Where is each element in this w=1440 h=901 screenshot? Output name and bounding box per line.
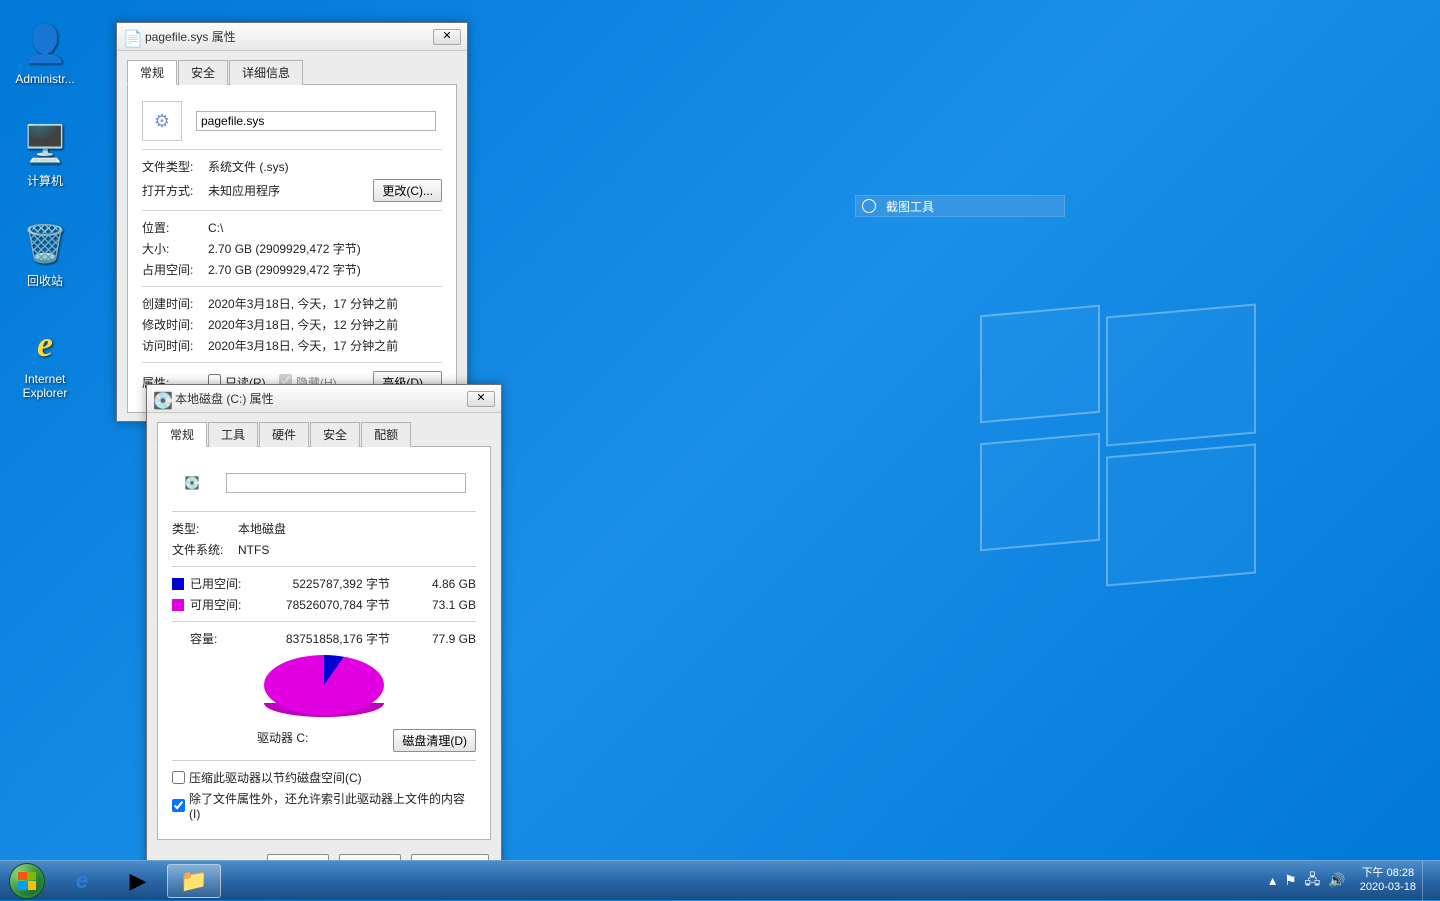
tab-general[interactable]: 常规: [127, 60, 177, 85]
tab-quota[interactable]: 配额: [361, 422, 411, 447]
desktop-icon-recycle-bin[interactable]: 🗑️ 回收站: [8, 220, 82, 289]
desktop-icon-computer[interactable]: 🖥️ 计算机: [8, 120, 82, 189]
value-filetype: 系统文件 (.sys): [208, 158, 442, 175]
file-icon: 📄: [123, 29, 139, 45]
tray-chevron-up-icon[interactable]: ▴: [1269, 872, 1276, 889]
window-title: 本地磁盘 (C:) 属性: [175, 390, 467, 407]
tab-pane-general: ⚙ 文件类型:系统文件 (.sys) 打开方式:未知应用程序更改(C)... 位…: [127, 85, 457, 413]
label-modified: 修改时间:: [142, 316, 208, 333]
label-type: 类型:: [172, 520, 238, 537]
value-filesystem: NTFS: [238, 543, 476, 557]
label-created: 创建时间:: [142, 295, 208, 312]
label-sizeondisk: 占用空间:: [142, 261, 208, 278]
close-button[interactable]: ✕: [467, 391, 495, 407]
show-desktop-button[interactable]: [1422, 861, 1434, 901]
drive-letter-label: 驱动器 C:: [172, 729, 393, 746]
value-size: 2.70 GB (2909929,472 字节): [208, 240, 442, 257]
value-free-gb: 73.1 GB: [390, 598, 476, 612]
tab-security[interactable]: 安全: [178, 60, 228, 85]
window-pagefile-properties: 📄 pagefile.sys 属性 ✕ 常规 安全 详细信息 ⚙ 文件类型:系统…: [116, 22, 468, 422]
snipping-tool-bar[interactable]: 截图工具: [855, 195, 1065, 217]
change-button[interactable]: 更改(C)...: [373, 179, 442, 202]
trash-icon: 🗑️: [21, 220, 69, 268]
filename-input[interactable]: [196, 111, 436, 131]
desktop-icon-label: Internet Explorer: [8, 372, 82, 400]
windows-logo-watermark: [980, 310, 1260, 570]
tray-clock[interactable]: 下午 08:28 2020-03-18: [1360, 867, 1416, 893]
taskbar-media-player[interactable]: ▶: [111, 864, 165, 898]
value-modified: 2020年3月18日, 今天，12 分钟之前: [208, 316, 442, 333]
label-openwith: 打开方式:: [142, 182, 208, 199]
tab-details[interactable]: 详细信息: [229, 60, 303, 85]
drive-icon: 💽: [153, 391, 169, 407]
label-compress: 压缩此驱动器以节约磁盘空间(C): [189, 769, 362, 786]
tray-network-icon[interactable]: 🖧: [1305, 869, 1321, 893]
value-type: 本地磁盘: [238, 520, 476, 537]
value-capacity-bytes: 83751858,176 字节: [250, 630, 390, 647]
desktop-icon-label: 回收站: [8, 272, 82, 289]
close-button[interactable]: ✕: [433, 29, 461, 45]
value-used-bytes: 5225787,392 字节: [250, 575, 390, 592]
tray-volume-icon[interactable]: 🔊: [1328, 872, 1345, 889]
window-title: pagefile.sys 属性: [145, 28, 433, 45]
sysfile-icon: ⚙: [142, 101, 182, 141]
label-filetype: 文件类型:: [142, 158, 208, 175]
computer-icon: 🖥️: [21, 120, 69, 168]
label-size: 大小:: [142, 240, 208, 257]
label-used: 已用空间:: [190, 575, 250, 592]
drive-label-input[interactable]: [226, 473, 466, 493]
value-created: 2020年3月18日, 今天，17 分钟之前: [208, 295, 442, 312]
window-disk-properties: 💽 本地磁盘 (C:) 属性 ✕ 常规 工具 硬件 安全 配额 💽 类型:本地磁…: [146, 384, 502, 890]
legend-used-icon: [172, 578, 184, 590]
value-free-bytes: 78526070,784 字节: [250, 596, 390, 613]
label-accessed: 访问时间:: [142, 337, 208, 354]
tab-hardware[interactable]: 硬件: [259, 422, 309, 447]
desktop[interactable]: 👤 Administr... 🖥️ 计算机 🗑️ 回收站 e Internet …: [0, 0, 1440, 900]
value-sizeondisk: 2.70 GB (2909929,472 字节): [208, 261, 442, 278]
drive-large-icon: 💽: [172, 463, 212, 503]
desktop-icon-label: 计算机: [8, 172, 82, 189]
legend-free-icon: [172, 599, 184, 611]
tray-flag-icon[interactable]: ⚑: [1284, 872, 1297, 889]
clock-time: 下午 08:28: [1360, 867, 1416, 880]
tabs: 常规 安全 详细信息: [127, 59, 457, 85]
value-capacity-gb: 77.9 GB: [390, 632, 476, 646]
clock-date: 2020-03-18: [1360, 881, 1416, 894]
label-free: 可用空间:: [190, 596, 250, 613]
tab-tools[interactable]: 工具: [208, 422, 258, 447]
value-openwith: 未知应用程序: [208, 182, 373, 199]
checkbox-index[interactable]: [172, 799, 185, 812]
disk-cleanup-button[interactable]: 磁盘清理(D): [393, 729, 476, 752]
tab-security[interactable]: 安全: [310, 422, 360, 447]
user-icon: 👤: [21, 20, 69, 68]
taskbar-ie[interactable]: e: [55, 864, 109, 898]
checkbox-compress[interactable]: [172, 771, 185, 784]
disk-usage-pie-chart: [264, 655, 384, 725]
titlebar[interactable]: 💽 本地磁盘 (C:) 属性 ✕: [147, 385, 501, 413]
snip-icon: [862, 199, 876, 213]
value-used-gb: 4.86 GB: [390, 577, 476, 591]
tab-general[interactable]: 常规: [157, 422, 207, 447]
desktop-icon-administrator[interactable]: 👤 Administr...: [8, 20, 82, 86]
system-tray: ▴ ⚑ 🖧 🔊 下午 08:28 2020-03-18: [1265, 861, 1440, 901]
value-accessed: 2020年3月18日, 今天，17 分钟之前: [208, 337, 442, 354]
snip-label: 截图工具: [886, 198, 934, 215]
ie-icon: e: [21, 320, 69, 368]
desktop-icon-label: Administr...: [8, 72, 82, 86]
label-filesystem: 文件系统:: [172, 541, 238, 558]
value-location: C:\: [208, 221, 442, 235]
tab-pane-general: 💽 类型:本地磁盘 文件系统:NTFS 已用空间: 5225787,392 字节…: [157, 447, 491, 840]
label-index: 除了文件属性外，还允许索引此驱动器上文件的内容(I): [189, 790, 476, 821]
label-capacity: 容量:: [172, 630, 250, 647]
tabs: 常规 工具 硬件 安全 配额: [157, 421, 491, 447]
titlebar[interactable]: 📄 pagefile.sys 属性 ✕: [117, 23, 467, 51]
taskbar: e ▶ 📁 ▴ ⚑ 🖧 🔊 下午 08:28 2020-03-18: [0, 860, 1440, 900]
desktop-icon-ie[interactable]: e Internet Explorer: [8, 320, 82, 400]
taskbar-explorer[interactable]: 📁: [167, 864, 221, 898]
start-button[interactable]: [0, 861, 54, 901]
label-location: 位置:: [142, 219, 208, 236]
